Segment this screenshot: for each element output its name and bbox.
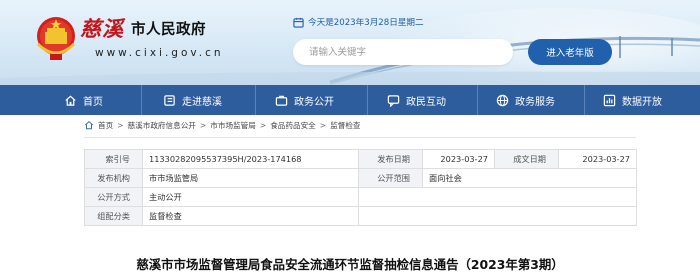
org-label: 发布机构	[84, 168, 143, 188]
scope-label: 公开范围	[358, 168, 423, 188]
article-title: 慈溪市市场监督管理局食品安全流通环节监督抽检信息通告（2023年第3期）	[136, 257, 564, 272]
calendar-icon	[293, 17, 304, 28]
nav-divider	[141, 85, 142, 115]
breadcrumb-separator: >	[319, 120, 327, 130]
publish-date-label: 发布日期	[358, 149, 423, 169]
method-label: 公开方式	[84, 187, 143, 207]
nav-item-gov-affairs[interactable]: 政务公开	[275, 85, 334, 115]
breadcrumb-separator: >	[117, 120, 124, 130]
search-input[interactable]	[293, 39, 513, 65]
logo-brush-text: 慈溪	[80, 16, 124, 41]
nav-item-label: 政务服务	[515, 96, 555, 108]
chart-icon	[603, 94, 616, 106]
org-value: 市市场监管局	[142, 168, 359, 188]
nav-item-interaction[interactable]: 政民互动	[387, 85, 446, 115]
created-date-value: 2023-03-27	[558, 149, 637, 169]
publish-date-value: 2023-03-27	[422, 149, 495, 169]
main-nav: 首页 走进慈溪 政务公开 政民互动 政务服务 数据开放	[0, 85, 700, 115]
table-row: 公开方式 主动公开	[84, 187, 637, 207]
nav-item-home[interactable]: 首页	[64, 85, 103, 115]
index-label: 索引号	[84, 149, 143, 169]
nav-divider	[584, 85, 585, 115]
site-header: 慈溪 市人民政府 www.cixi.gov.cn 今天是2023年3月28日星期…	[0, 0, 700, 85]
breadcrumb-separator: >	[199, 120, 207, 130]
nav-item-label: 政民互动	[406, 96, 446, 108]
home-icon	[65, 95, 76, 106]
breadcrumb: 首页 > 慈溪市政府信息公开 > 市市场监管局 > 食品药品安全 > 监督检查	[84, 118, 361, 132]
chat-icon	[387, 94, 400, 107]
table-row: 发布机构 市市场监管局 公开范围 面向社会	[84, 168, 637, 188]
created-date-label: 成文日期	[494, 149, 559, 169]
elder-mode-button[interactable]: 进入老年版	[528, 39, 612, 65]
search-box	[293, 39, 513, 65]
nav-item-label: 走进慈溪	[182, 96, 222, 108]
nav-item-open-data[interactable]: 数据开放	[603, 85, 662, 115]
logo-url: www.cixi.gov.cn	[95, 47, 224, 59]
date-text: 今天是2023年3月28日星期二	[308, 18, 424, 28]
briefcase-icon	[275, 95, 288, 106]
nav-divider	[367, 85, 368, 115]
breadcrumb-link-home[interactable]: 首页	[98, 120, 113, 131]
scope-value: 面向社会	[422, 168, 637, 188]
globe-icon	[496, 94, 509, 106]
home-icon	[84, 120, 94, 130]
breadcrumb-link-info-disclosure[interactable]: 慈溪市政府信息公开	[128, 120, 196, 131]
national-emblem-icon	[36, 17, 76, 60]
method-value: 主动公开	[142, 187, 359, 207]
breadcrumb-link-market-bureau[interactable]: 市市场监管局	[210, 120, 256, 131]
nav-item-explore[interactable]: 走进慈溪	[163, 85, 222, 115]
breadcrumb-link-food-safety[interactable]: 食品药品安全	[270, 120, 316, 131]
document-meta-table: 索引号 11330282095537395H/2023-174168 发布日期 …	[84, 149, 637, 226]
book-icon	[164, 94, 175, 106]
table-row: 索引号 11330282095537395H/2023-174168 发布日期 …	[84, 149, 637, 169]
nav-item-services[interactable]: 政务服务	[496, 85, 555, 115]
nav-divider	[477, 85, 478, 115]
empty-cell	[358, 206, 637, 226]
category-value: 监督检查	[142, 206, 359, 226]
date-display: 今天是2023年3月28日星期二	[293, 16, 424, 28]
breadcrumb-link-inspection[interactable]: 监督检查	[330, 120, 360, 131]
empty-cell	[358, 187, 637, 207]
page: { "header": { "logo_brush": "慈溪", "logo_…	[0, 0, 700, 279]
site-logo[interactable]: 慈溪 市人民政府	[80, 14, 206, 42]
category-label: 组配分类	[84, 206, 143, 226]
nav-item-label: 政务公开	[294, 96, 334, 108]
breadcrumb-divider	[84, 137, 636, 138]
logo-gov-name: 市人民政府	[131, 21, 206, 38]
nav-divider	[255, 85, 256, 115]
index-value: 11330282095537395H/2023-174168	[142, 149, 359, 169]
nav-item-label: 数据开放	[622, 96, 662, 108]
breadcrumb-separator: >	[259, 120, 267, 130]
nav-item-label: 首页	[83, 96, 103, 108]
table-row: 组配分类 监督检查	[84, 206, 637, 226]
